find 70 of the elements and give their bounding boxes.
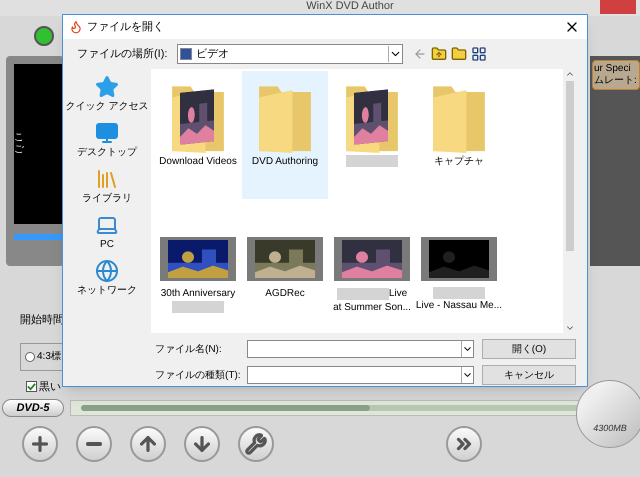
file-name: Live xyxy=(388,287,408,301)
move-down-button[interactable] xyxy=(184,426,220,462)
blurred-text xyxy=(346,155,398,167)
checkbox-label: 黒い xyxy=(39,380,61,394)
filetype-dropdown[interactable] xyxy=(247,366,474,384)
star-icon xyxy=(95,75,119,99)
filename-field[interactable] xyxy=(247,340,474,358)
window-title: WinX DVD Author xyxy=(306,0,394,13)
info-text: ムレート: xyxy=(594,75,638,87)
settings-button[interactable] xyxy=(238,426,274,462)
places-item[interactable]: デスクトップ xyxy=(65,121,149,163)
seek-bar xyxy=(14,234,64,240)
field-label: ファイル名(N): xyxy=(155,342,223,356)
location-dropdown[interactable]: ビデオ xyxy=(177,44,403,64)
blurred-text xyxy=(336,288,389,300)
globe-icon xyxy=(95,259,119,283)
file-name: at Summer Son... xyxy=(333,301,411,315)
video-library-icon xyxy=(180,48,192,60)
blurred-text xyxy=(172,301,224,313)
view-menu-icon[interactable] xyxy=(471,46,487,62)
radio-button[interactable] xyxy=(25,352,35,362)
plus-icon xyxy=(29,433,51,455)
places-item[interactable]: クイック アクセス xyxy=(65,75,149,117)
file-item[interactable]: Download Videos xyxy=(155,71,241,199)
location-value: ビデオ xyxy=(196,46,230,62)
new-folder-icon[interactable] xyxy=(451,46,467,62)
add-button[interactable] xyxy=(22,426,58,462)
file-name: キャプチャ xyxy=(434,155,484,169)
next-button[interactable] xyxy=(446,426,482,462)
places-item[interactable]: PC xyxy=(65,213,149,255)
file-name: DVD Authoring xyxy=(252,155,318,169)
dialog-title: ファイルを開く xyxy=(87,20,165,35)
file-name: AGDRec xyxy=(265,287,305,301)
file-name: 30th Anniversary xyxy=(160,287,236,301)
info-text: ur Speci xyxy=(594,63,632,75)
wrench-icon xyxy=(245,433,267,455)
move-up-button[interactable] xyxy=(130,426,166,462)
preview-caption: ご xyxy=(14,144,25,156)
field-label: ファイルの種類(T): xyxy=(155,368,242,382)
desktop-icon xyxy=(95,121,119,145)
open-button[interactable]: 開く(O) xyxy=(482,339,576,359)
arrow-down-icon xyxy=(191,433,213,455)
disc-size: 4300MB xyxy=(593,422,627,434)
file-item[interactable]: キャプチャ xyxy=(416,71,502,199)
remove-button[interactable] xyxy=(76,426,112,462)
blurred-text xyxy=(433,287,485,299)
file-item[interactable]: DVD Authoring xyxy=(242,71,328,199)
arrow-up-icon xyxy=(137,433,159,455)
file-item[interactable]: AGDRec xyxy=(242,203,328,331)
places-item[interactable]: ネットワーク xyxy=(65,259,149,301)
flame-icon xyxy=(69,20,83,34)
library-icon xyxy=(95,167,119,191)
status-light xyxy=(34,26,54,46)
dropdown-arrow-icon xyxy=(461,367,473,383)
places-item[interactable]: ライブラリ xyxy=(65,167,149,209)
folder-up-icon[interactable] xyxy=(431,46,447,62)
disc-type-button[interactable]: DVD-5 xyxy=(2,399,64,417)
cancel-button[interactable]: キャンセル xyxy=(482,365,576,385)
location-label: ファイルの場所(I): xyxy=(77,46,168,62)
checkbox[interactable] xyxy=(26,381,37,392)
preview-caption: こ xyxy=(14,132,25,144)
file-item[interactable]: Live at Summer Son... xyxy=(329,203,415,331)
radio-label: 4:3標 xyxy=(37,350,61,364)
dropdown-arrow-icon xyxy=(388,46,402,62)
file-item[interactable]: Live - Nassau Me... xyxy=(416,203,502,331)
file-name: Download Videos xyxy=(159,155,237,169)
file-name: Live - Nassau Me... xyxy=(416,299,502,313)
file-item[interactable]: 30th Anniversary xyxy=(155,203,241,331)
minus-icon xyxy=(86,442,102,446)
dropdown-arrow-icon xyxy=(461,341,473,357)
